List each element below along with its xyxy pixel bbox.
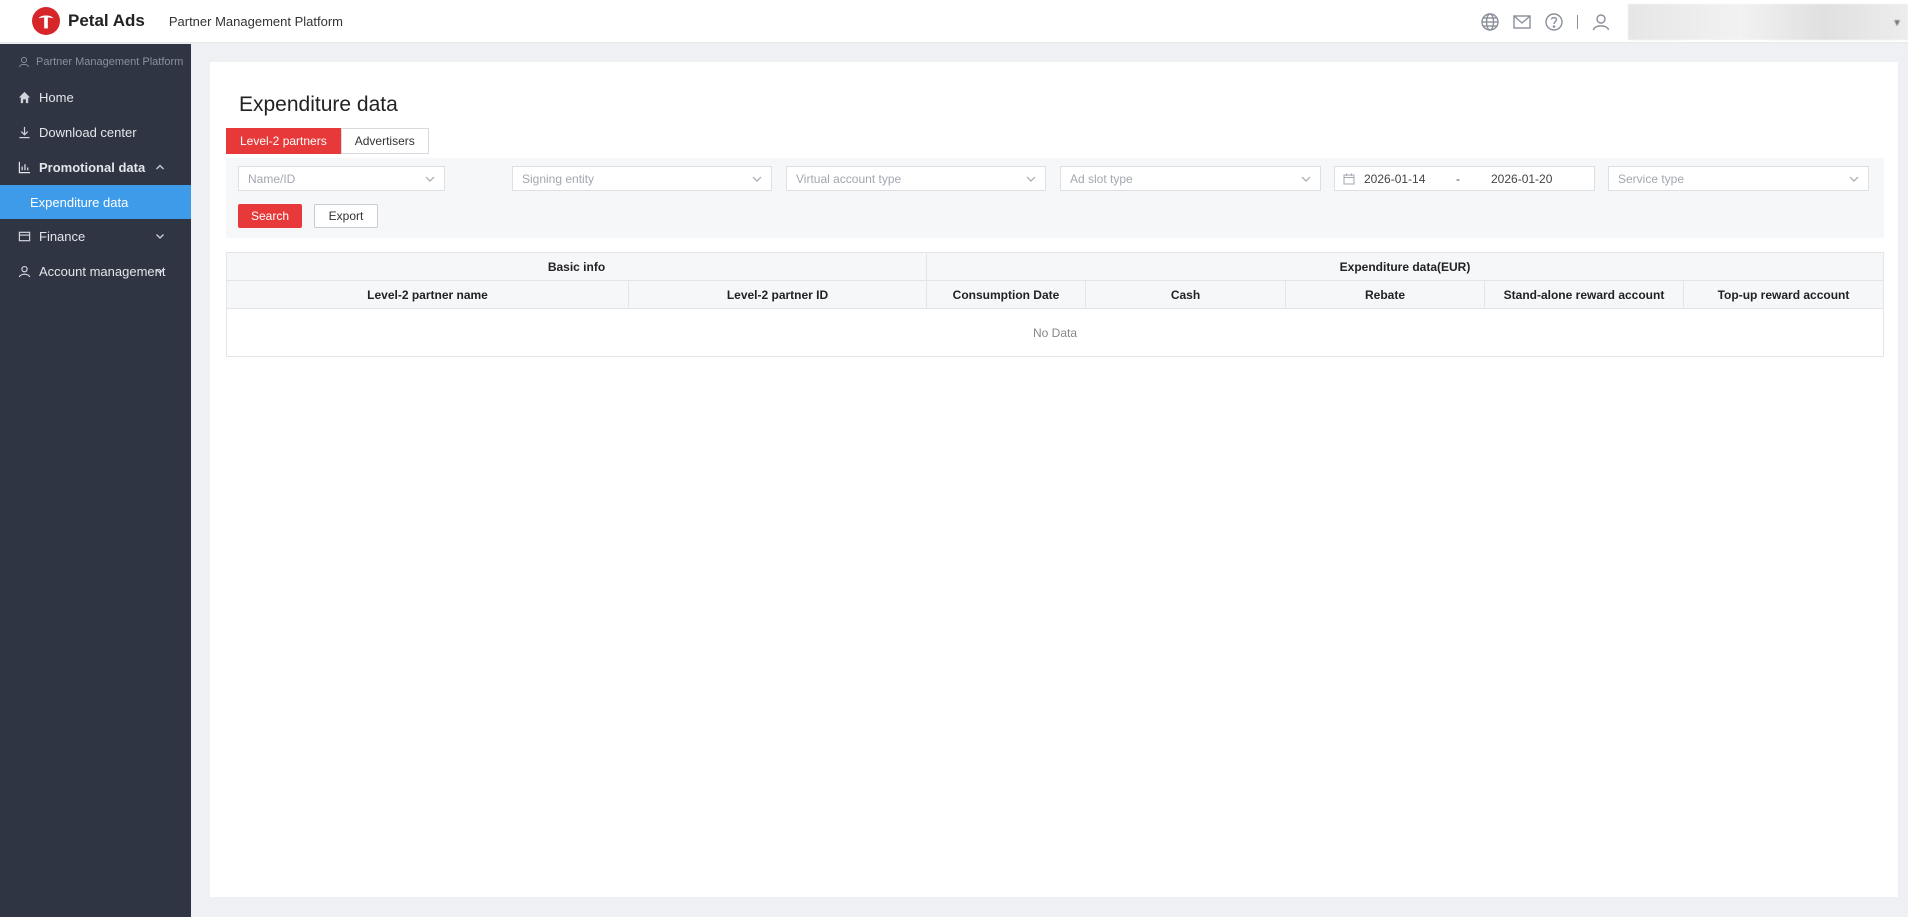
column-header-top-up-reward: Top-up reward account: [1717, 287, 1850, 302]
sidebar-item-label: Promotional data: [39, 160, 146, 175]
toolbar-divider: [1577, 14, 1578, 29]
name-id-placeholder: Name/ID: [248, 171, 296, 186]
signing-entity-select[interactable]: Signing entity: [512, 166, 772, 191]
chevron-down-icon: [156, 234, 164, 239]
sidebar-item-label: Account management: [39, 264, 166, 279]
sidebar-item-account-management[interactable]: Account management: [0, 254, 191, 289]
globe-icon[interactable]: [1479, 11, 1501, 33]
column-header-cash: Cash: [1086, 281, 1286, 308]
ad-slot-type-select[interactable]: Ad slot type: [1060, 166, 1321, 191]
main-panel: Expenditure data Level-2 partners Advert…: [210, 62, 1898, 897]
brand[interactable]: Petal Ads: [32, 7, 145, 35]
table-group-header-row: Basic info Expenditure data(EUR): [227, 253, 1883, 281]
column-header-partner-id: Level-2 partner ID: [629, 281, 927, 308]
sidebar-item-download-center[interactable]: Download center: [0, 115, 191, 150]
platform-icon: [19, 57, 29, 68]
caret-down-icon: ▼: [1892, 17, 1902, 29]
sidebar-item-expenditure-data[interactable]: Expenditure data: [0, 185, 191, 219]
sidebar-item-label: Download center: [39, 125, 137, 140]
sidebar-item-home[interactable]: Home: [0, 80, 191, 115]
sidebar: Partner Management Platform Home Downloa…: [0, 44, 191, 917]
user-avatar-icon[interactable]: [1590, 11, 1612, 33]
top-bar: Petal Ads Partner Management Platform ▼: [0, 0, 1908, 43]
column-header-stand-alone-reward: Stand-alone reward account: [1485, 281, 1684, 308]
chevron-down-icon: [425, 176, 435, 182]
tab-advertisers[interactable]: Advertisers: [340, 128, 429, 154]
wallet-icon: [18, 231, 31, 242]
chevron-up-icon: [156, 164, 164, 170]
date-start[interactable]: 2026-01-14: [1364, 172, 1456, 186]
page-title: Expenditure data: [239, 93, 398, 116]
ad-slot-type-placeholder: Ad slot type: [1070, 171, 1133, 186]
expenditure-table: Basic info Expenditure data(EUR) Level-2…: [226, 252, 1884, 357]
help-icon[interactable]: [1543, 11, 1565, 33]
service-type-select[interactable]: Service type: [1608, 166, 1869, 191]
platform-title: Partner Management Platform: [168, 13, 343, 29]
date-separator: -: [1456, 171, 1460, 186]
sidebar-item-finance[interactable]: Finance: [0, 219, 191, 254]
signing-entity-placeholder: Signing entity: [522, 171, 595, 186]
mail-icon[interactable]: [1511, 11, 1533, 33]
date-end[interactable]: 2026-01-20: [1491, 172, 1552, 186]
brand-name: Petal Ads: [68, 11, 145, 30]
chevron-down-icon: [1026, 176, 1036, 182]
date-range-picker[interactable]: 2026-01-14 - 2026-01-20: [1334, 166, 1595, 191]
chevron-down-icon: [156, 269, 164, 274]
column-header-rebate: Rebate: [1286, 281, 1485, 308]
column-header-partner-name: Level-2 partner name: [227, 281, 629, 308]
download-icon: [19, 126, 30, 139]
virtual-account-type-select[interactable]: Virtual account type: [786, 166, 1046, 191]
export-button[interactable]: Export: [314, 204, 378, 228]
top-right-toolbar: ▼: [1479, 0, 1908, 43]
group-header-basic-info: Basic info: [227, 253, 927, 280]
column-header-consumption-date: Consumption Date: [927, 281, 1086, 308]
partner-tabs: Level-2 partners Advertisers: [226, 128, 429, 154]
virtual-account-type-placeholder: Virtual account type: [796, 171, 902, 186]
chevron-down-icon: [1301, 176, 1311, 182]
sidebar-item-label: Finance: [39, 229, 86, 244]
name-id-select[interactable]: Name/ID: [238, 166, 445, 191]
tab-level-2-partners[interactable]: Level-2 partners: [226, 128, 341, 154]
service-type-placeholder: Service type: [1618, 171, 1685, 186]
calendar-icon: [1343, 173, 1355, 184]
sidebar-item-promotional-data[interactable]: Promotional data: [0, 150, 191, 185]
chevron-down-icon: [752, 176, 762, 182]
sidebar-item-label: Home: [39, 90, 74, 105]
search-button[interactable]: Search: [238, 204, 302, 228]
home-icon: [18, 91, 31, 104]
table-empty-state: No Data: [1032, 325, 1078, 340]
table-header-row: Level-2 partner name Level-2 partner ID …: [227, 281, 1883, 309]
chevron-down-icon: [1849, 176, 1859, 182]
petal-ads-logo-icon: [32, 7, 60, 35]
chart-icon: [18, 161, 31, 174]
sidebar-item-label: Expenditure data: [30, 194, 129, 210]
user-account-menu[interactable]: ▼: [1628, 3, 1908, 40]
sidebar-section-header: Partner Management Platform: [0, 44, 191, 80]
group-header-expenditure-data: Expenditure data(EUR): [1339, 259, 1471, 274]
sidebar-section-label: Partner Management Platform: [36, 56, 184, 68]
filter-bar: Name/ID Signing entity Virtual account t…: [226, 158, 1884, 238]
user-icon: [18, 265, 31, 278]
